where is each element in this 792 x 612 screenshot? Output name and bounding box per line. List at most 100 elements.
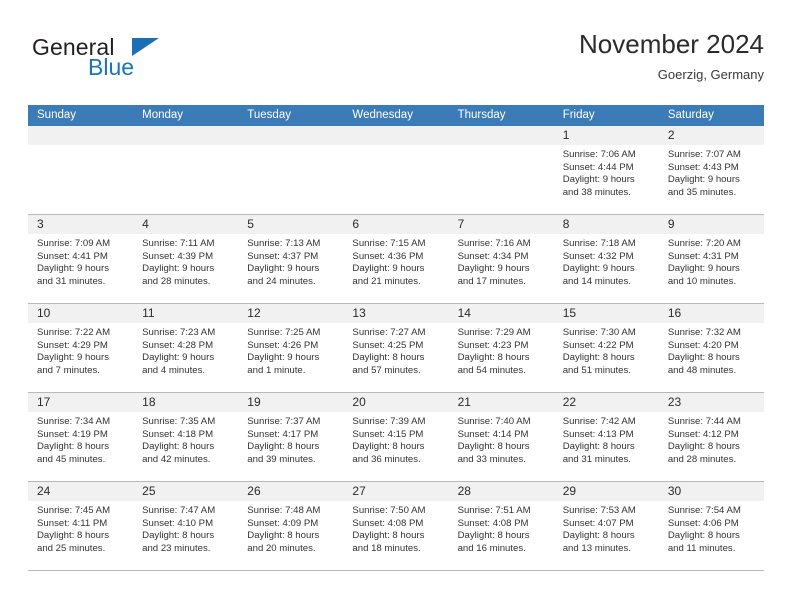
day-number: 25 (142, 484, 156, 498)
daylight-text-line1: Daylight: 8 hours (457, 352, 530, 364)
sunset-text: Sunset: 4:39 PM (142, 250, 214, 262)
day-cell[interactable]: 21 Sunrise: 7:40 AM Sunset: 4:14 PM Dayligh… (448, 393, 554, 481)
day-cell[interactable]: 5 Sunrise: 7:13 AM Sunset: 4:37 PM Daylight… (238, 215, 344, 303)
day-cell[interactable]: 29 Sunrise: 7:53 AM Sunset: 4:07 PM Dayligh… (553, 482, 659, 570)
weekday-header-monday: Monday (142, 109, 184, 121)
day-cell[interactable]: 13 Sunrise: 7:27 AM Sunset: 4:25 PM Dayligh… (343, 304, 449, 392)
day-cell[interactable]: 19 Sunrise: 7:37 AM Sunset: 4:17 PM Dayligh… (238, 393, 344, 481)
day-cell[interactable]: 6 Sunrise: 7:15 AM Sunset: 4:36 PM Daylight… (343, 215, 449, 303)
calendar-week-row: 17 Sunrise: 7:34 AM Sunset: 4:19 PM Dayligh… (28, 393, 764, 482)
day-number: 27 (352, 484, 366, 498)
calendar-weeks: 1 Sunrise: 7:06 AM Sunset: 4:44 PM Daylight… (28, 126, 764, 571)
day-number-bar: 26 (238, 482, 344, 501)
day-cell[interactable]: 23 Sunrise: 7:44 AM Sunset: 4:12 PM Dayligh… (658, 393, 764, 481)
day-number: 14 (457, 306, 471, 320)
calendar-week-row: 3 Sunrise: 7:09 AM Sunset: 4:41 PM Daylight… (28, 215, 764, 304)
sunrise-text: Sunrise: 7:35 AM (142, 416, 216, 427)
daylight-text-line2: and 39 minutes. (247, 453, 316, 465)
day-number: 4 (142, 217, 149, 231)
sunset-text: Sunset: 4:36 PM (352, 250, 424, 262)
day-number-bar (343, 126, 449, 145)
day-details: Sunrise: 7:53 AM Sunset: 4:07 PM Daylight:… (554, 501, 659, 555)
day-number-bar: 14 (448, 304, 554, 323)
day-cell[interactable]: 28 Sunrise: 7:51 AM Sunset: 4:08 PM Dayligh… (448, 482, 554, 570)
title-block: November 2024 Goerzig, Germany (579, 28, 764, 85)
daylight-text-line1: Daylight: 9 hours (562, 263, 635, 275)
day-cell[interactable]: 8 Sunrise: 7:18 AM Sunset: 4:32 PM Daylight… (553, 215, 659, 303)
sunrise-text: Sunrise: 7:09 AM (37, 238, 111, 249)
day-number-bar (238, 126, 344, 145)
day-cell[interactable]: 4 Sunrise: 7:11 AM Sunset: 4:39 PM Daylight… (133, 215, 239, 303)
day-number-bar (133, 126, 239, 145)
weekday-header-friday: Friday (562, 109, 595, 121)
day-cell[interactable]: 11 Sunrise: 7:23 AM Sunset: 4:28 PM Dayligh… (133, 304, 239, 392)
day-cell[interactable]: 9 Sunrise: 7:20 AM Sunset: 4:31 PM Daylight… (658, 215, 764, 303)
sunset-text: Sunset: 4:43 PM (667, 161, 739, 173)
day-cell[interactable]: 15 Sunrise: 7:30 AM Sunset: 4:22 PM Dayligh… (553, 304, 659, 392)
sunset-text: Sunset: 4:10 PM (142, 517, 214, 529)
day-details: Sunrise: 7:34 AM Sunset: 4:19 PM Daylight:… (28, 412, 133, 466)
daylight-text-line2: and 38 minutes. (562, 186, 631, 198)
sunrise-text: Sunrise: 7:50 AM (352, 505, 426, 516)
day-cell[interactable]: 14 Sunrise: 7:29 AM Sunset: 4:23 PM Dayligh… (448, 304, 554, 392)
day-cell-empty (238, 126, 344, 214)
day-number: 7 (457, 217, 465, 231)
sunrise-text: Sunrise: 7:06 AM (562, 149, 636, 160)
sunrise-text: Sunrise: 7:45 AM (37, 505, 111, 516)
day-cell[interactable]: 18 Sunrise: 7:35 AM Sunset: 4:18 PM Dayligh… (133, 393, 239, 481)
day-number-bar: 6 (343, 215, 449, 234)
sunrise-text: Sunrise: 7:16 AM (457, 238, 531, 249)
calendar-grid: Sunday Monday Tuesday Wednesday Thursday Frid… (28, 105, 764, 571)
day-cell[interactable]: 26 Sunrise: 7:48 AM Sunset: 4:09 PM Dayligh… (238, 482, 344, 570)
daylight-text-line2: and 42 minutes. (142, 453, 211, 465)
day-details: Sunrise: 7:40 AM Sunset: 4:14 PM Daylight:… (449, 412, 554, 466)
day-cell[interactable]: 1 Sunrise: 7:06 AM Sunset: 4:44 PM Daylight… (553, 126, 659, 214)
day-cell[interactable]: 10 Sunrise: 7:22 AM Sunset: 4:29 PM Dayligh… (28, 304, 134, 392)
day-cell[interactable]: 16 Sunrise: 7:32 AM Sunset: 4:20 PM Dayligh… (658, 304, 764, 392)
daylight-text-line2: and 1 minute. (247, 364, 306, 376)
daylight-text-line1: Daylight: 8 hours (667, 352, 740, 364)
day-cell[interactable]: 30 Sunrise: 7:54 AM Sunset: 4:06 PM Dayligh… (658, 482, 764, 570)
day-number-bar: 2 (658, 126, 764, 145)
day-number: 9 (667, 217, 675, 231)
daylight-text-line1: Daylight: 8 hours (352, 441, 425, 453)
daylight-text-line2: and 57 minutes. (352, 364, 421, 376)
day-details: Sunrise: 7:39 AM Sunset: 4:15 PM Daylight:… (343, 412, 448, 466)
day-details: Sunrise: 7:25 AM Sunset: 4:26 PM Daylight:… (238, 323, 343, 377)
general-blue-logo: General Blue (28, 34, 238, 90)
day-cell[interactable]: 7 Sunrise: 7:16 AM Sunset: 4:34 PM Daylight… (448, 215, 554, 303)
daylight-text-line2: and 14 minutes. (562, 275, 631, 287)
logo-text-blue: Blue (88, 54, 135, 80)
day-details: Sunrise: 7:29 AM Sunset: 4:23 PM Daylight:… (449, 323, 554, 377)
day-cell[interactable]: 17 Sunrise: 7:34 AM Sunset: 4:19 PM Dayligh… (28, 393, 134, 481)
day-cell[interactable]: 2 Sunrise: 7:07 AM Sunset: 4:43 PM Daylight… (658, 126, 764, 214)
day-cell[interactable]: 12 Sunrise: 7:25 AM Sunset: 4:26 PM Dayligh… (238, 304, 344, 392)
day-cell[interactable]: 27 Sunrise: 7:50 AM Sunset: 4:08 PM Dayligh… (343, 482, 449, 570)
day-number-bar (28, 126, 134, 145)
sunrise-text: Sunrise: 7:11 AM (142, 238, 215, 249)
daylight-text-line2: and 51 minutes. (562, 364, 631, 376)
day-number: 18 (142, 395, 156, 409)
sunset-text: Sunset: 4:22 PM (562, 339, 634, 351)
sunset-text: Sunset: 4:09 PM (247, 517, 319, 529)
day-details: Sunrise: 7:50 AM Sunset: 4:08 PM Daylight:… (343, 501, 448, 555)
day-cell[interactable]: 20 Sunrise: 7:39 AM Sunset: 4:15 PM Dayligh… (343, 393, 449, 481)
day-number: 30 (667, 484, 682, 498)
sunrise-text: Sunrise: 7:23 AM (142, 327, 216, 338)
sunrise-text: Sunrise: 7:22 AM (37, 327, 111, 338)
daylight-text-line1: Daylight: 8 hours (37, 441, 109, 453)
day-number: 2 (667, 128, 675, 142)
sunrise-text: Sunrise: 7:13 AM (247, 238, 321, 249)
day-cell[interactable]: 24 Sunrise: 7:45 AM Sunset: 4:11 PM Dayligh… (28, 482, 134, 570)
day-number-bar: 11 (133, 304, 239, 323)
daylight-text-line1: Daylight: 8 hours (352, 530, 425, 542)
day-cell[interactable]: 22 Sunrise: 7:42 AM Sunset: 4:13 PM Dayligh… (553, 393, 659, 481)
day-cell[interactable]: 25 Sunrise: 7:47 AM Sunset: 4:10 PM Dayligh… (133, 482, 239, 570)
day-number: 11 (142, 306, 155, 320)
daylight-text-line2: and 33 minutes. (457, 453, 526, 465)
day-number-bar: 22 (553, 393, 659, 412)
sunset-text: Sunset: 4:23 PM (457, 339, 529, 351)
day-cell[interactable]: 3 Sunrise: 7:09 AM Sunset: 4:41 PM Daylight… (28, 215, 134, 303)
daylight-text-line1: Daylight: 9 hours (37, 352, 109, 364)
daylight-text-line2: and 36 minutes. (352, 453, 421, 465)
